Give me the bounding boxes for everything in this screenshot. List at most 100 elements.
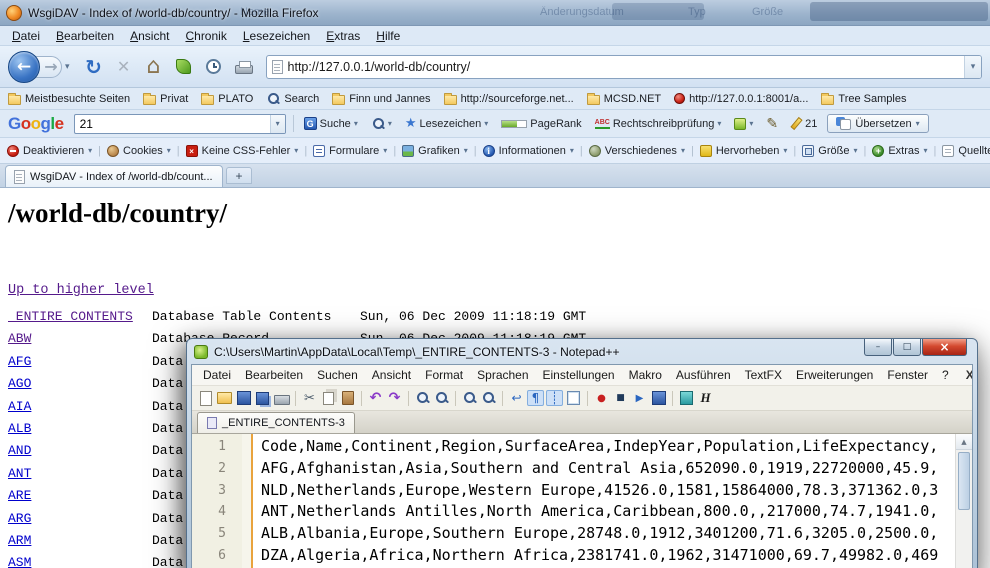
url-dropdown-button[interactable]: ▾ bbox=[964, 56, 981, 78]
save-all-icon[interactable] bbox=[254, 390, 271, 406]
save-icon[interactable] bbox=[235, 390, 252, 406]
stop-macro-icon[interactable]: ■ bbox=[612, 390, 629, 406]
zoom-out-icon[interactable] bbox=[480, 390, 497, 406]
entry-link-arg[interactable]: ARG bbox=[8, 508, 152, 530]
replace-icon[interactable] bbox=[433, 390, 450, 406]
search-history-dropdown[interactable]: ▾ bbox=[270, 115, 285, 133]
notepad-titlebar[interactable]: C:\Users\Martin\AppData\Local\Temp\_ENTI… bbox=[191, 339, 973, 364]
maximize-button[interactable]: □ bbox=[893, 339, 921, 356]
entry-link-entire-contents[interactable]: ENTIRE CONTENTS bbox=[8, 306, 152, 328]
webdev-informationen[interactable]: Informationen▾ bbox=[483, 145, 574, 157]
menu-item-ansicht[interactable]: Ansicht bbox=[122, 27, 177, 45]
webdev-formulare[interactable]: Formulare▾ bbox=[313, 145, 387, 157]
url-input[interactable] bbox=[283, 60, 964, 74]
copy-icon[interactable] bbox=[320, 390, 337, 406]
menu-item-datei[interactable]: Datei bbox=[4, 27, 48, 45]
indent-guide-icon[interactable]: ┊ bbox=[546, 390, 563, 406]
word-wrap-icon[interactable]: ↩ bbox=[508, 390, 525, 406]
site-search-button[interactable]: ▾ bbox=[368, 115, 395, 133]
play-macro-icon[interactable]: ▶ bbox=[631, 390, 648, 406]
refresh-button[interactable]: ↻ bbox=[80, 53, 108, 81]
npp-menu-ansicht[interactable]: Ansicht bbox=[365, 366, 418, 384]
google-search-button[interactable]: G Suche ▾ bbox=[301, 115, 361, 132]
feed-button[interactable] bbox=[170, 53, 198, 81]
webdev-hervorheben[interactable]: Hervorheben▾ bbox=[700, 145, 788, 157]
entry-link-abw[interactable]: ABW bbox=[8, 328, 152, 350]
npp-menu-makro[interactable]: Makro bbox=[622, 366, 669, 384]
translate-button[interactable]: Übersetzen ▾ bbox=[827, 114, 928, 133]
new-tab-button[interactable]: + bbox=[226, 167, 252, 184]
redo-icon[interactable]: ↷ bbox=[386, 390, 403, 406]
scroll-thumb[interactable] bbox=[958, 452, 970, 510]
menu-item-extras[interactable]: Extras bbox=[318, 27, 368, 45]
pencil-button[interactable]: ✎ bbox=[763, 114, 781, 134]
stop-button[interactable]: ✕ bbox=[110, 53, 138, 81]
npp-menu-item[interactable]: ? bbox=[935, 366, 956, 384]
vertical-scrollbar[interactable]: ▲ bbox=[955, 434, 972, 568]
npp-close-doc-button[interactable]: X bbox=[956, 368, 973, 382]
npp-menu-fenster[interactable]: Fenster bbox=[880, 366, 935, 384]
new-file-icon[interactable] bbox=[197, 390, 214, 406]
npp-menu-bearbeiten[interactable]: Bearbeiten bbox=[238, 366, 310, 384]
up-to-higher-level-link[interactable]: Up to higher level bbox=[8, 283, 154, 298]
npp-menu-suchen[interactable]: Suchen bbox=[310, 366, 365, 384]
webdev-deaktivieren[interactable]: Deaktivieren▾ bbox=[7, 145, 92, 157]
paste-icon[interactable] bbox=[339, 390, 356, 406]
google-search-input[interactable] bbox=[75, 117, 270, 131]
entry-link-arm[interactable]: ARM bbox=[8, 530, 152, 552]
history-clock-button[interactable] bbox=[200, 53, 228, 81]
webdev-extras[interactable]: Extras▾ bbox=[872, 145, 927, 157]
menu-item-chronik[interactable]: Chronik bbox=[177, 27, 234, 45]
entry-link-and[interactable]: AND bbox=[8, 440, 152, 462]
menu-item-hilfe[interactable]: Hilfe bbox=[368, 27, 408, 45]
webdev-grafiken[interactable]: Grafiken▾ bbox=[402, 145, 468, 157]
firefox-titlebar[interactable]: WsgiDAV - Index of /world-db/country/ - … bbox=[0, 0, 990, 26]
history-dropdown-icon[interactable]: ▾ bbox=[65, 62, 70, 72]
line-text[interactable]: DZA,Algeria,Africa,Northern Africa,23817… bbox=[234, 545, 938, 567]
find-icon[interactable] bbox=[414, 390, 431, 406]
entry-link-asm[interactable]: ASM bbox=[8, 552, 152, 568]
function-list-icon[interactable] bbox=[678, 390, 695, 406]
line-text[interactable]: Code,Name,Continent,Region,SurfaceArea,I… bbox=[234, 436, 938, 458]
open-file-icon[interactable] bbox=[216, 390, 233, 406]
npp-menu-datei[interactable]: Datei bbox=[196, 366, 238, 384]
home-button[interactable]: ⌂ bbox=[140, 53, 168, 81]
highlight-button[interactable]: 21 bbox=[788, 115, 820, 132]
print-icon[interactable] bbox=[273, 390, 290, 406]
npp-menu-sprachen[interactable]: Sprachen bbox=[470, 366, 535, 384]
bookmark-search[interactable]: Search bbox=[266, 92, 319, 106]
entry-link-are[interactable]: ARE bbox=[8, 485, 152, 507]
npp-menu-textfx[interactable]: TextFX bbox=[738, 366, 789, 384]
npp-menu-format[interactable]: Format bbox=[418, 366, 470, 384]
print-button[interactable] bbox=[230, 53, 258, 81]
bookmark-finn-und-jannes[interactable]: Finn und Jannes bbox=[332, 93, 430, 105]
autofill-button[interactable]: ▾ bbox=[731, 116, 756, 132]
google-bookmarks-button[interactable]: ★ Lesezeichen ▾ bbox=[402, 114, 491, 133]
bookmark-http-sourceforge-net[interactable]: http://sourceforge.net... bbox=[444, 93, 574, 105]
webdev-gr-e[interactable]: Größe▾ bbox=[802, 145, 857, 157]
npp-tab-active[interactable]: _ENTIRE_CONTENTS-3 bbox=[197, 412, 355, 433]
webdev-cookies[interactable]: Cookies▾ bbox=[107, 145, 171, 157]
minimize-button[interactable]: – bbox=[864, 339, 892, 356]
undo-icon[interactable]: ↶ bbox=[367, 390, 384, 406]
pagerank-indicator[interactable]: PageRank bbox=[498, 116, 584, 132]
webdev-verschiedenes[interactable]: Verschiedenes▾ bbox=[589, 145, 685, 157]
bookmark-meistbesuchte-seiten[interactable]: Meistbesuchte Seiten bbox=[8, 93, 130, 105]
bookmark-plato[interactable]: PLATO bbox=[201, 93, 253, 105]
show-all-characters-icon[interactable]: ¶ bbox=[527, 390, 544, 406]
menu-item-bearbeiten[interactable]: Bearbeiten bbox=[48, 27, 122, 45]
zoom-in-icon[interactable] bbox=[461, 390, 478, 406]
line-text[interactable]: NLD,Netherlands,Europe,Western Europe,41… bbox=[234, 480, 938, 502]
save-macro-icon[interactable] bbox=[650, 390, 667, 406]
npp-menu-ausf-hren[interactable]: Ausführen bbox=[669, 366, 738, 384]
npp-menu-einstellungen[interactable]: Einstellungen bbox=[536, 366, 622, 384]
webdev-quellte[interactable]: Quellte▾ bbox=[942, 145, 990, 157]
entry-link-alb[interactable]: ALB bbox=[8, 418, 152, 440]
bookmark-mcsd-net[interactable]: MCSD.NET bbox=[587, 93, 661, 105]
entry-link-ago[interactable]: AGO bbox=[8, 373, 152, 395]
close-button[interactable]: × bbox=[922, 339, 967, 356]
line-text[interactable]: ALB,Albania,Europe,Southern Europe,28748… bbox=[234, 523, 938, 545]
scroll-up-arrow[interactable]: ▲ bbox=[956, 434, 972, 450]
back-button[interactable]: ← bbox=[8, 51, 40, 83]
webdev-keine-css-fehler[interactable]: Keine CSS-Fehler▾ bbox=[186, 145, 299, 157]
